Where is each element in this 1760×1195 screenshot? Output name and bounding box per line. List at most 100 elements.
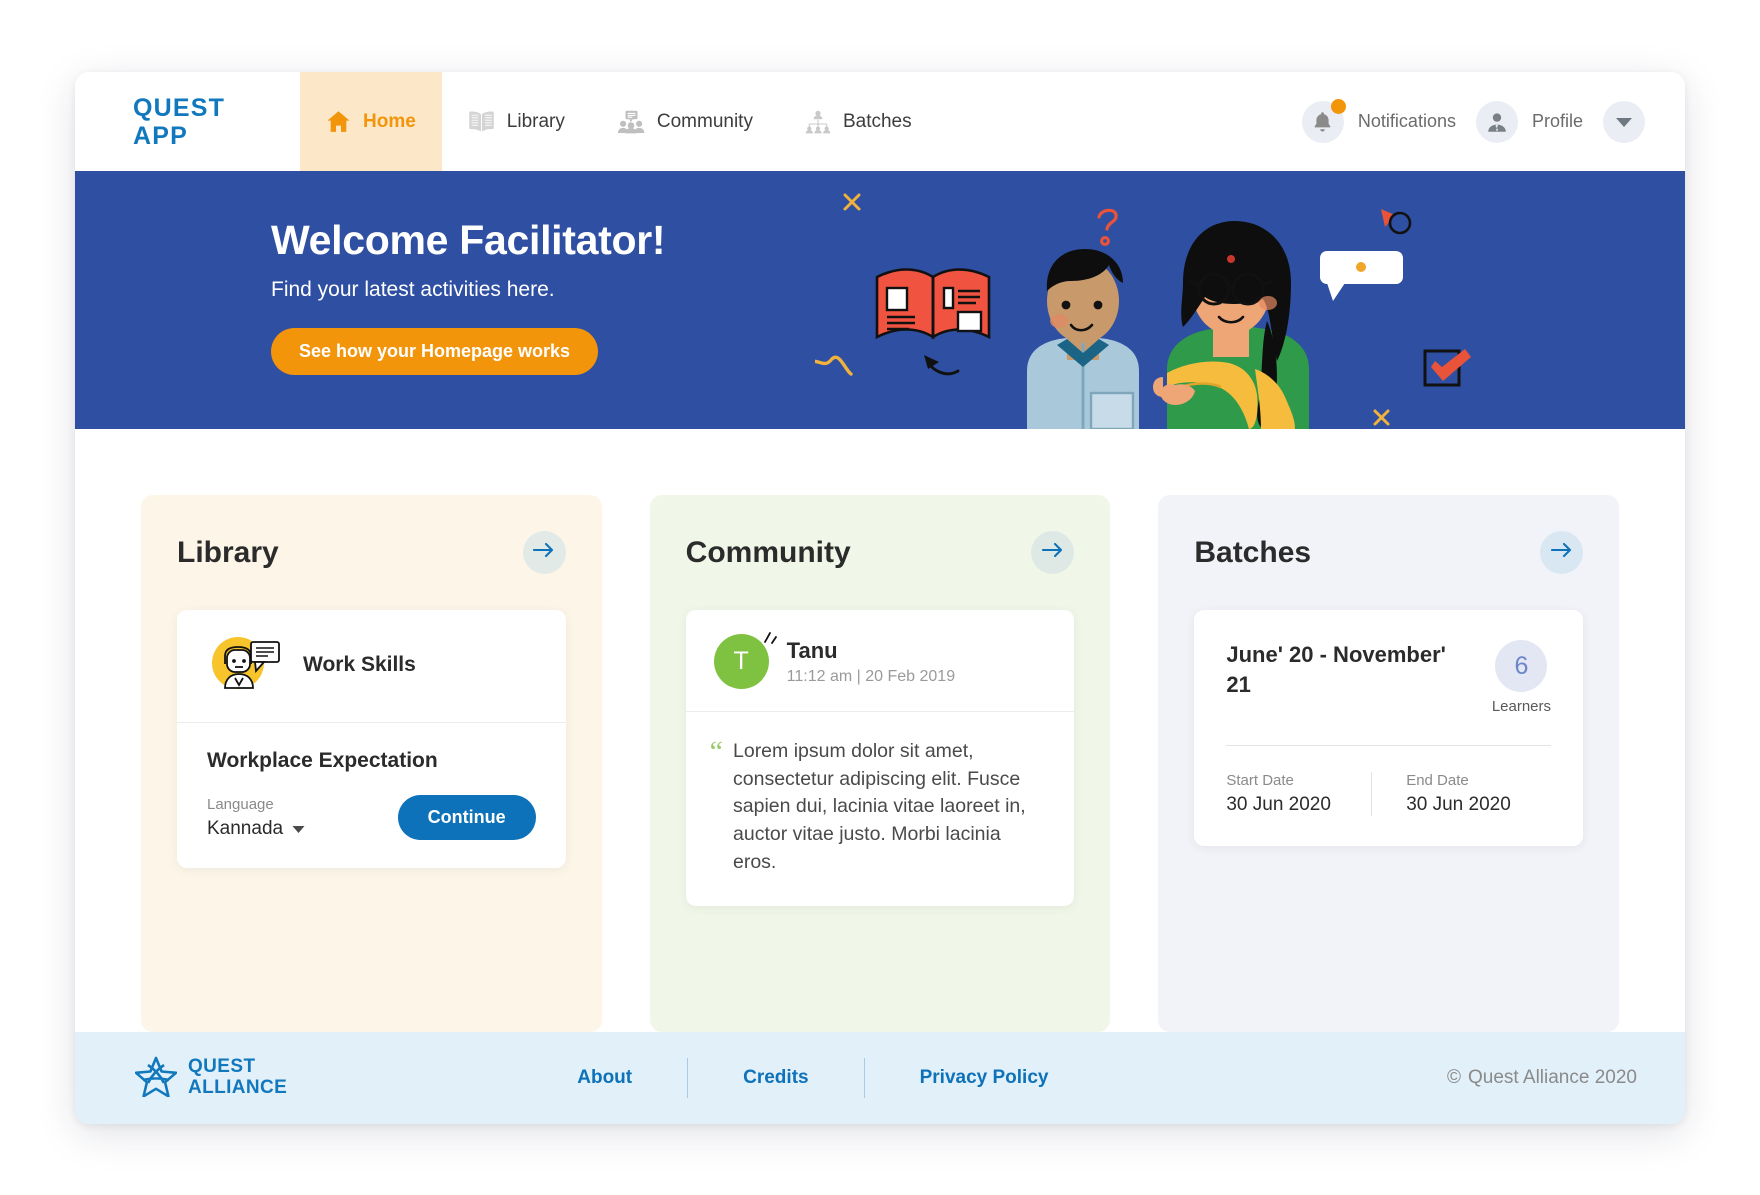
nav-item-library-label: Library bbox=[506, 110, 565, 132]
batch-start-date: Start Date 30 Jun 2020 bbox=[1226, 772, 1371, 816]
community-post-meta: Tanu 11:12 am | 20 Feb 2019 bbox=[787, 638, 955, 686]
library-arrow-button[interactable] bbox=[522, 531, 566, 574]
continue-button[interactable]: Continue bbox=[397, 795, 536, 840]
end-date-value: 30 Jun 2020 bbox=[1406, 794, 1511, 815]
batches-card-title: Batches bbox=[1194, 535, 1312, 569]
batch-item-card[interactable]: June' 20 - November' 21 6 Learners Start… bbox=[1194, 610, 1584, 846]
chevron-down-icon[interactable] bbox=[1603, 100, 1645, 143]
footer-link-about[interactable]: About bbox=[522, 1067, 687, 1089]
community-icon bbox=[617, 110, 645, 134]
app-window: QUEST APP Home Library Community Batches… bbox=[75, 72, 1685, 1124]
footer-logo-line2: ALLIANCE bbox=[188, 1077, 288, 1098]
learners-label: Learners bbox=[1491, 698, 1552, 715]
app-header: QUEST APP Home Library Community Batches… bbox=[75, 72, 1685, 171]
author-name: Tanu bbox=[786, 637, 838, 663]
community-card-title: Community bbox=[685, 535, 851, 569]
start-date-value: 30 Jun 2020 bbox=[1226, 794, 1331, 815]
nav-item-batches[interactable]: Batches bbox=[779, 72, 938, 171]
batch-end-date: End Date 30 Jun 2020 bbox=[1371, 772, 1551, 816]
hero-copy: Welcome Facilitator! Find your latest ac… bbox=[271, 217, 666, 375]
community-post-body: “ Lorem ipsum dolor sit amet, consectetu… bbox=[686, 712, 1075, 906]
page-title: Welcome Facilitator! bbox=[271, 217, 666, 263]
community-arrow-button[interactable] bbox=[1031, 531, 1075, 574]
copyright-text: Quest Alliance 2020 bbox=[1467, 1067, 1637, 1088]
language-selector[interactable]: Language Kannada bbox=[207, 796, 305, 840]
start-date-label: Start Date bbox=[1226, 772, 1294, 789]
book-icon bbox=[468, 110, 495, 133]
batches-card-header: Batches bbox=[1194, 531, 1584, 574]
end-date-label: End Date bbox=[1406, 772, 1469, 789]
library-card-header: Library bbox=[177, 531, 566, 574]
copyright: © Quest Alliance 2020 bbox=[1447, 1067, 1637, 1089]
app-footer: QUEST ALLIANCE About Credits Privacy Pol… bbox=[75, 1032, 1685, 1124]
batch-date-range: June' 20 - November' 21 bbox=[1226, 642, 1446, 698]
library-course-header: Work Skills bbox=[177, 610, 566, 723]
author-avatar: T bbox=[713, 632, 777, 689]
community-card-header: Community bbox=[686, 531, 1075, 574]
language-label: Language bbox=[207, 796, 274, 813]
batches-card: Batches June' 20 - November' 21 6 Learne… bbox=[1158, 495, 1620, 1032]
footer-logo-line1: QUEST bbox=[188, 1056, 256, 1078]
quest-alliance-logo[interactable]: QUEST ALLIANCE bbox=[134, 1055, 287, 1102]
batch-summary-row: June' 20 - November' 21 6 Learners bbox=[1226, 640, 1551, 715]
batch-learners: 6 Learners bbox=[1492, 640, 1551, 715]
footer-link-privacy-policy[interactable]: Privacy Policy bbox=[865, 1067, 1104, 1089]
app-logo[interactable]: QUEST APP bbox=[75, 72, 300, 171]
post-text: Lorem ipsum dolor sit amet, consectetur … bbox=[733, 740, 1026, 873]
quote-icon: “ bbox=[709, 735, 723, 768]
library-course-name: Work Skills bbox=[303, 653, 416, 676]
notifications-label: Notifications bbox=[1357, 111, 1456, 131]
quest-alliance-star-icon bbox=[134, 1055, 178, 1102]
profile-button[interactable]: Profile bbox=[1475, 100, 1583, 143]
home-icon bbox=[326, 110, 351, 133]
quest-alliance-logo-text: QUEST ALLIANCE bbox=[188, 1057, 287, 1098]
dashboard-cards: Library Work Skills Workplace Expectatio… bbox=[75, 429, 1685, 1032]
hero-banner: Welcome Facilitator! Find your latest ac… bbox=[75, 171, 1685, 429]
hero-illustration bbox=[805, 171, 1495, 429]
language-value[interactable]: Kannada bbox=[207, 818, 305, 840]
nav-item-community[interactable]: Community bbox=[591, 72, 779, 171]
profile-label: Profile bbox=[1531, 111, 1583, 131]
homepage-tour-button[interactable]: See how your Homepage works bbox=[271, 328, 599, 375]
library-module-title: Workplace Expectation bbox=[207, 749, 438, 772]
main-nav: Home Library Community Batches bbox=[300, 72, 938, 171]
app-logo-text: QUEST APP bbox=[133, 94, 225, 150]
sparkle-icon bbox=[759, 626, 781, 655]
app-logo-line1: QUEST bbox=[133, 93, 226, 122]
batches-arrow-button[interactable] bbox=[1540, 531, 1584, 574]
library-card: Library Work Skills Workplace Expectatio… bbox=[141, 495, 602, 1032]
nav-item-library[interactable]: Library bbox=[442, 72, 591, 171]
work-skills-illustration-icon bbox=[207, 632, 285, 698]
avatar bbox=[1475, 100, 1518, 143]
notifications-button[interactable]: Notifications bbox=[1301, 98, 1456, 143]
library-course-card[interactable]: Work Skills Workplace Expectation Langua… bbox=[177, 610, 566, 868]
batches-icon bbox=[805, 110, 831, 134]
caret-down-icon bbox=[292, 818, 305, 840]
library-action-row: Language Kannada Continue bbox=[207, 795, 536, 840]
library-card-title: Library bbox=[177, 535, 279, 569]
arrow-right-icon bbox=[533, 542, 555, 563]
footer-link-credits[interactable]: Credits bbox=[688, 1067, 863, 1089]
copyright-icon: © bbox=[1446, 1067, 1461, 1088]
learners-count: 6 bbox=[1495, 640, 1548, 692]
app-logo-line2: APP bbox=[133, 121, 189, 150]
nav-item-community-label: Community bbox=[656, 110, 753, 132]
batch-dates: Start Date 30 Jun 2020 End Date 30 Jun 2… bbox=[1226, 772, 1551, 816]
footer-links: About Credits Privacy Policy bbox=[522, 1058, 1103, 1098]
arrow-right-icon bbox=[1041, 542, 1064, 563]
batch-item-body: June' 20 - November' 21 6 Learners Start… bbox=[1194, 610, 1583, 846]
community-card: Community T Tanu 11:12 am | 20 Feb 2019 … bbox=[649, 495, 1111, 1032]
nav-item-home[interactable]: Home bbox=[300, 72, 442, 171]
community-post-card[interactable]: T Tanu 11:12 am | 20 Feb 2019 “ Lorem ip… bbox=[685, 610, 1075, 907]
notification-badge bbox=[1330, 98, 1346, 114]
divider bbox=[1226, 745, 1552, 746]
library-module-body: Workplace Expectation Language Kannada C… bbox=[177, 723, 566, 868]
bell-icon bbox=[1301, 98, 1346, 143]
post-timestamp: 11:12 am | 20 Feb 2019 bbox=[786, 667, 956, 685]
community-post-header: T Tanu 11:12 am | 20 Feb 2019 bbox=[685, 610, 1075, 712]
header-actions: Notifications Profile bbox=[1301, 72, 1685, 171]
language-value-text: Kannada bbox=[207, 818, 284, 839]
hero-subtitle: Find your latest activities here. bbox=[271, 278, 555, 301]
nav-item-batches-label: Batches bbox=[842, 110, 912, 132]
author-initial: T bbox=[733, 647, 749, 675]
